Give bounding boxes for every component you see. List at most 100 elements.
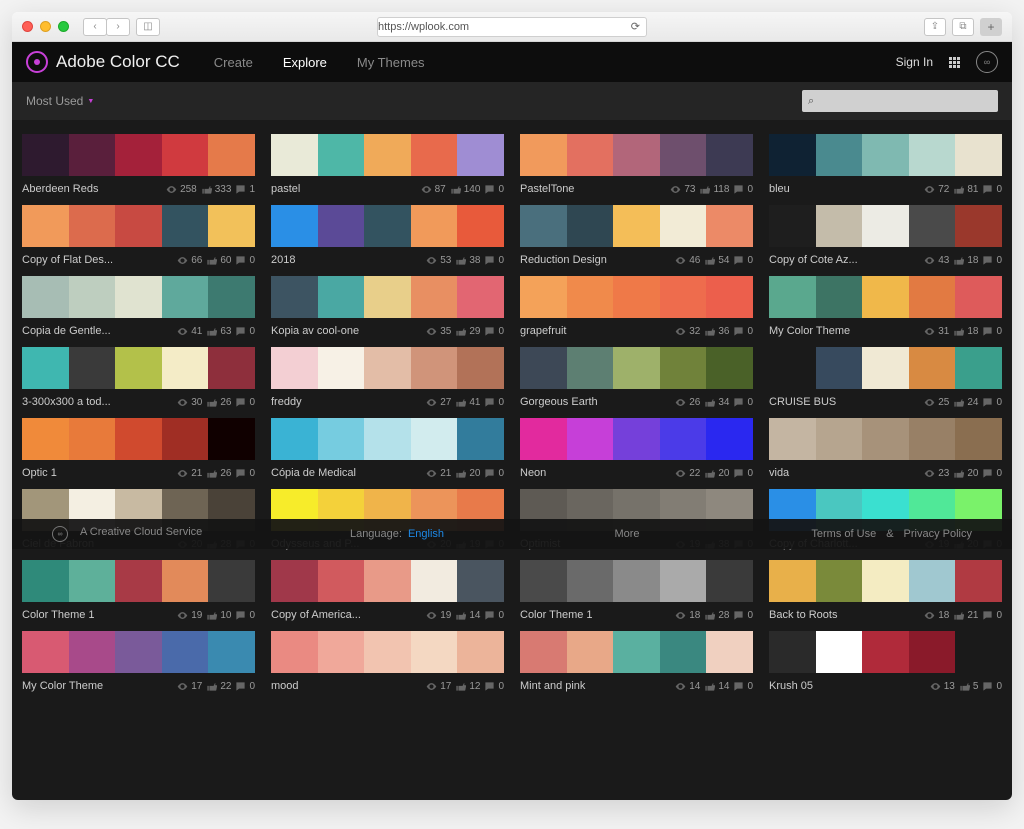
url-bar[interactable]: https://wplook.com ⟳ xyxy=(377,17,647,37)
card-meta: 3-300x300 a tod...30260 xyxy=(22,396,255,408)
comments-stat: 0 xyxy=(235,326,255,337)
views-stat: 21 xyxy=(426,468,451,479)
card-meta: Reduction Design46540 xyxy=(520,254,753,266)
palette-card[interactable]: Copia de Gentle...41630 xyxy=(22,276,255,337)
swatch xyxy=(22,631,69,673)
palette-card[interactable]: 201853380 xyxy=(271,205,504,266)
palette-card[interactable]: Mint and pink14140 xyxy=(520,631,753,692)
swatch xyxy=(364,276,411,318)
reload-icon[interactable]: ⟳ xyxy=(631,20,640,33)
card-meta: bleu72810 xyxy=(769,183,1002,195)
filter-dropdown[interactable]: Most Used ▼ xyxy=(26,94,94,108)
palette-card[interactable]: Aberdeen Reds2583331 xyxy=(22,134,255,195)
swatch xyxy=(318,631,365,673)
swatch xyxy=(816,205,863,247)
forward-button[interactable]: › xyxy=(106,18,130,36)
creative-cloud-icon[interactable]: ∞ xyxy=(976,51,998,73)
card-meta: Neon22200 xyxy=(520,467,753,479)
footer-language-value[interactable]: English xyxy=(408,528,444,540)
palette-card[interactable]: CRUISE BUS25240 xyxy=(769,347,1002,408)
palette-card[interactable]: mood17120 xyxy=(271,631,504,692)
palette-title: freddy xyxy=(271,396,416,408)
swatch xyxy=(955,134,1002,176)
palette-card[interactable]: Copy of Flat Des...66600 xyxy=(22,205,255,266)
card-meta: My Color Theme31180 xyxy=(769,325,1002,337)
swatch xyxy=(318,560,365,602)
sidebar-icon[interactable]: ◫ xyxy=(136,18,160,36)
swatch xyxy=(115,205,162,247)
tabs-icon[interactable]: ⧉ xyxy=(952,18,974,36)
palette-grid-container[interactable]: Aberdeen Reds2583331 pastel871400 PastelTo… xyxy=(12,120,1012,800)
footer-terms[interactable]: Terms of Use xyxy=(811,528,876,540)
card-meta: My Color Theme17220 xyxy=(22,680,255,692)
likes-stat: 18 xyxy=(953,255,978,266)
palette-card[interactable]: Copy of Cote Az...43180 xyxy=(769,205,1002,266)
palette-title: PastelTone xyxy=(520,183,660,195)
comments-stat: 0 xyxy=(484,326,504,337)
swatch xyxy=(862,560,909,602)
palette-card[interactable]: Optic 121260 xyxy=(22,418,255,479)
palette-card[interactable]: My Color Theme31180 xyxy=(769,276,1002,337)
footer-more[interactable]: More xyxy=(614,528,639,540)
share-icon[interactable]: ⇪ xyxy=(924,18,946,36)
swatch xyxy=(520,134,567,176)
palette-card[interactable]: Gorgeous Earth26340 xyxy=(520,347,753,408)
swatch xyxy=(411,205,458,247)
card-meta: CRUISE BUS25240 xyxy=(769,396,1002,408)
palette-card[interactable]: PastelTone731180 xyxy=(520,134,753,195)
swatch xyxy=(520,560,567,602)
views-stat: 23 xyxy=(924,468,949,479)
palette-card[interactable]: 3-300x300 a tod...30260 xyxy=(22,347,255,408)
card-meta: freddy27410 xyxy=(271,396,504,408)
tab-mythemes[interactable]: My Themes xyxy=(357,55,425,70)
swatch xyxy=(69,560,116,602)
tab-create[interactable]: Create xyxy=(214,55,253,70)
tab-explore[interactable]: Explore xyxy=(283,55,327,70)
palette-card[interactable]: My Color Theme17220 xyxy=(22,631,255,692)
swatch xyxy=(613,205,660,247)
palette-card[interactable]: Color Theme 119100 xyxy=(22,560,255,621)
palette-card[interactable]: Neon22200 xyxy=(520,418,753,479)
window-zoom-icon[interactable] xyxy=(58,21,69,32)
swatch xyxy=(22,418,69,460)
likes-stat: 18 xyxy=(953,326,978,337)
palette-card[interactable]: Back to Roots18210 xyxy=(769,560,1002,621)
palette-card[interactable]: vida23200 xyxy=(769,418,1002,479)
views-stat: 87 xyxy=(421,184,446,195)
window-close-icon[interactable] xyxy=(22,21,33,32)
swatch xyxy=(816,276,863,318)
palette-card[interactable]: Reduction Design46540 xyxy=(520,205,753,266)
swatch xyxy=(69,347,116,389)
swatch xyxy=(271,560,318,602)
palette-card[interactable]: Cópia de Medical21200 xyxy=(271,418,504,479)
likes-stat: 26 xyxy=(206,468,231,479)
card-meta: pastel871400 xyxy=(271,183,504,195)
palette-card[interactable]: Copy of America...19140 xyxy=(271,560,504,621)
apps-grid-icon[interactable] xyxy=(949,57,960,68)
palette-card[interactable]: Kopia av cool-one35290 xyxy=(271,276,504,337)
swatch xyxy=(955,276,1002,318)
footer-privacy[interactable]: Privacy Policy xyxy=(904,528,972,540)
swatch-row xyxy=(520,276,753,318)
palette-card[interactable]: freddy27410 xyxy=(271,347,504,408)
palette-card[interactable]: bleu72810 xyxy=(769,134,1002,195)
search-box[interactable]: ⌕ xyxy=(802,90,998,112)
app-logo[interactable]: Adobe Color CC xyxy=(26,51,180,73)
palette-card[interactable]: Krush 051350 xyxy=(769,631,1002,692)
swatch-row xyxy=(769,276,1002,318)
new-tab-button[interactable]: + xyxy=(980,18,1002,36)
swatch xyxy=(364,205,411,247)
window-minimize-icon[interactable] xyxy=(40,21,51,32)
search-input[interactable] xyxy=(818,95,992,107)
swatch xyxy=(613,560,660,602)
swatch xyxy=(457,418,504,460)
palette-card[interactable]: Color Theme 118280 xyxy=(520,560,753,621)
swatch xyxy=(567,631,614,673)
palette-card[interactable]: pastel871400 xyxy=(271,134,504,195)
palette-card[interactable]: grapefruit32360 xyxy=(520,276,753,337)
likes-stat: 10 xyxy=(206,610,231,621)
sign-in-link[interactable]: Sign In xyxy=(896,55,933,69)
swatch xyxy=(613,134,660,176)
app-header: Adobe Color CC Create Explore My Themes … xyxy=(12,42,1012,82)
back-button[interactable]: ‹ xyxy=(83,18,107,36)
